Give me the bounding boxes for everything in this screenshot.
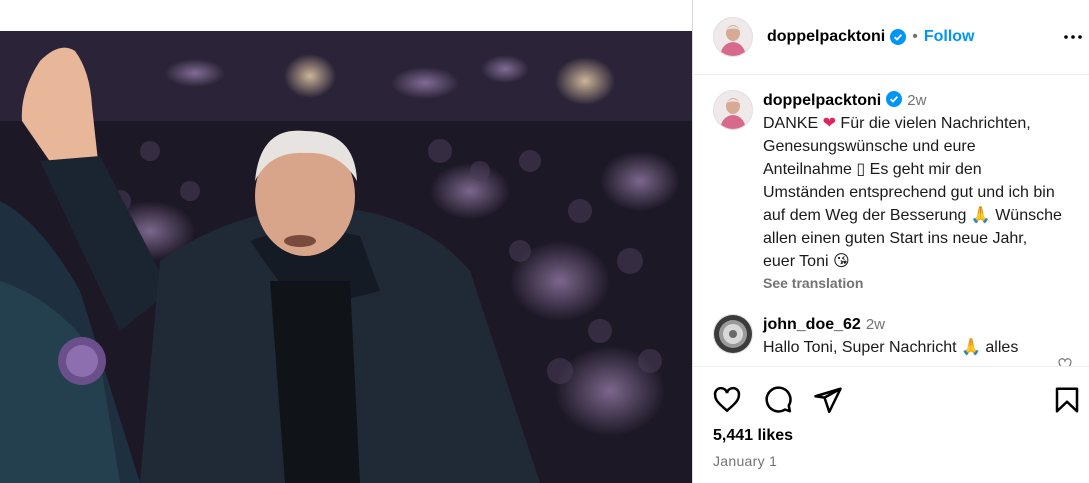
comment-text: Hallo Toni, Super Nachricht 🙏 alles — [763, 336, 1063, 359]
comment-text-end: alles — [985, 339, 1019, 356]
comment-meta: john_doe_62 2w — [763, 314, 1063, 336]
caption-comment: doppelpacktoni 2w DANKE ❤ Für die vielen … — [713, 90, 1063, 291]
comment-body: john_doe_62 2w Hallo Toni, Super Nachrich… — [763, 314, 1063, 359]
pensive-face-emoji-icon: 🙏 — [961, 339, 981, 356]
praying-hands-emoji-icon: 🙏 — [970, 207, 991, 224]
verified-badge-icon — [890, 29, 907, 45]
bookmark-icon[interactable] — [1052, 385, 1082, 415]
verified-badge-icon — [886, 91, 903, 107]
caption-username[interactable]: doppelpacktoni — [763, 92, 881, 109]
red-heart-emoji-icon: ❤ — [822, 115, 836, 132]
caption-time[interactable]: 2w — [907, 92, 926, 109]
comments-section: doppelpacktoni 2w DANKE ❤ Für die vielen … — [693, 76, 1089, 366]
caption-meta: doppelpacktoni 2w — [763, 90, 1063, 112]
caption-body: doppelpacktoni 2w DANKE ❤ Für die vielen … — [763, 90, 1063, 291]
see-translation-link[interactable]: See translation — [763, 275, 1063, 291]
caption-line1b: Für die vielen Nachrichten, — [835, 115, 1031, 132]
avatar-image — [714, 91, 752, 129]
post-side-panel: doppelpacktoni • Follow doppelpacktoni 2… — [692, 0, 1089, 483]
comment-username[interactable]: john_doe_62 — [763, 316, 861, 333]
kiss-face-emoji-icon: 😘 — [832, 253, 850, 270]
post-header: doppelpacktoni • Follow — [693, 0, 1089, 75]
header-username[interactable]: doppelpacktoni — [767, 28, 885, 46]
post-date[interactable]: January 1 — [713, 453, 777, 469]
post-media-pane — [0, 0, 692, 483]
photo-illustration — [0, 31, 692, 483]
post-photo[interactable] — [0, 31, 692, 483]
post-actions-section: 5,441 likes January 1 — [693, 366, 1089, 483]
avatar-image — [714, 315, 752, 353]
commenter-avatar[interactable] — [713, 314, 753, 354]
caption-author-avatar[interactable] — [713, 90, 753, 130]
comment-text-start: Hallo Toni, Super Nachricht — [763, 339, 957, 356]
avatar-image — [714, 18, 752, 56]
caption-text: DANKE ❤ Für die vielen Nachrichten, Gene… — [763, 112, 1063, 273]
follow-button[interactable]: Follow — [924, 28, 975, 46]
author-avatar[interactable] — [713, 17, 753, 57]
heart-icon[interactable] — [712, 385, 742, 415]
header-text: doppelpacktoni • Follow — [767, 28, 975, 46]
comment-like-heart-icon[interactable] — [1058, 358, 1072, 366]
comment-icon[interactable] — [763, 385, 793, 415]
comment-item: john_doe_62 2w Hallo Toni, Super Nachrich… — [713, 314, 1063, 359]
more-options-icon[interactable] — [1062, 26, 1084, 48]
caption-line1: DANKE — [763, 115, 819, 132]
share-icon[interactable] — [813, 385, 843, 415]
likes-count[interactable]: 5,441 likes — [713, 427, 793, 445]
header-separator: • — [912, 28, 918, 45]
comment-time[interactable]: 2w — [866, 316, 885, 333]
